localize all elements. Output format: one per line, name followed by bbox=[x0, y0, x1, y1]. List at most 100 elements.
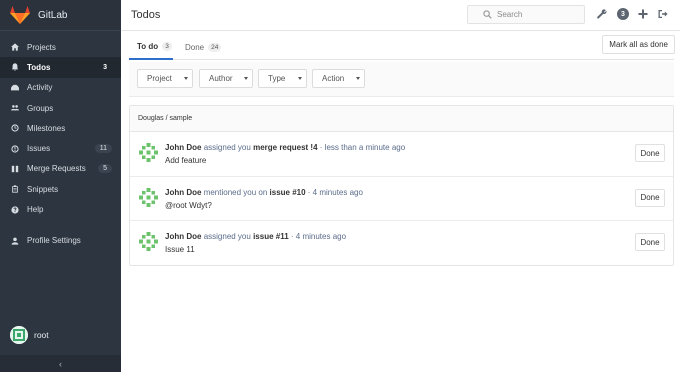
todo-timestamp: · 4 minutes ago bbox=[290, 232, 347, 242]
tab-label: To do bbox=[137, 41, 159, 51]
todo-target-link[interactable]: merge request !4 bbox=[253, 143, 317, 152]
todos-count-badge: 3 bbox=[103, 63, 107, 71]
sidebar-item-profile-settings[interactable]: Profile Settings bbox=[0, 231, 121, 251]
todo-body: Issue 11 bbox=[165, 245, 195, 255]
tab-count-badge: 3 bbox=[162, 41, 172, 51]
sidebar-item-snippets[interactable]: Snippets bbox=[0, 179, 121, 199]
sidebar-item-groups[interactable]: Groups bbox=[0, 98, 121, 118]
todo-action: assigned you bbox=[203, 232, 251, 242]
search-placeholder: Search bbox=[497, 10, 523, 19]
action-filter-dropdown[interactable]: Action bbox=[312, 69, 365, 88]
todos-count-badge-header[interactable]: 3 bbox=[617, 8, 629, 20]
todo-target-link[interactable]: issue #10 bbox=[270, 188, 306, 197]
clipboard-icon bbox=[10, 184, 20, 194]
collapse-sidebar-button[interactable]: ‹ bbox=[0, 355, 121, 372]
todo-author-link[interactable]: John Doe bbox=[165, 188, 201, 197]
merge-icon bbox=[10, 164, 20, 174]
todo-tabs: To do 3 Done 24 bbox=[129, 34, 674, 60]
question-circle-icon bbox=[10, 205, 20, 215]
sidebar-item-label: Activity bbox=[27, 83, 53, 93]
caret-down-icon bbox=[244, 77, 248, 80]
sidebar-item-help[interactable]: Help bbox=[0, 199, 121, 219]
sidebar-spacer bbox=[0, 220, 121, 231]
dashboard-icon bbox=[10, 83, 20, 93]
sidebar-nav: Projects Todos 3 Activity Groups Milesto… bbox=[0, 37, 121, 251]
sidebar-item-activity[interactable]: Activity bbox=[0, 78, 121, 98]
filter-label: Project bbox=[147, 74, 172, 83]
exclamation-circle-icon bbox=[10, 144, 20, 154]
todo-title: John Doe assigned you issue #11 · 4 minu… bbox=[165, 232, 346, 241]
tab-done[interactable]: Done 24 bbox=[185, 34, 222, 60]
todo-title: John Doe assigned you merge request !4 ·… bbox=[165, 143, 405, 152]
author-avatar bbox=[138, 186, 159, 208]
filter-label: Action bbox=[322, 74, 345, 83]
filter-bar: Project Author Type Action bbox=[129, 62, 674, 97]
todo-item[interactable]: John Doe mentioned you on issue #10 · 4 … bbox=[130, 177, 673, 222]
caret-down-icon bbox=[184, 77, 188, 80]
sidebar-item-issues[interactable]: Issues 11 bbox=[0, 138, 121, 158]
search-input[interactable]: Search bbox=[467, 5, 585, 24]
todo-done-button[interactable]: Done bbox=[635, 144, 665, 162]
bell-icon bbox=[10, 62, 20, 72]
brand-name: GitLab bbox=[38, 9, 68, 21]
current-user[interactable]: root bbox=[10, 326, 49, 344]
sidebar-item-label: Issues bbox=[27, 144, 51, 154]
project-group-header: Douglas / sample bbox=[130, 106, 673, 132]
sidebar-item-label: Profile Settings bbox=[27, 236, 81, 246]
wrench-icon[interactable] bbox=[596, 8, 608, 20]
todo-body: Add feature bbox=[165, 156, 207, 165]
todo-done-button[interactable]: Done bbox=[635, 233, 665, 252]
todo-item[interactable]: John Doe assigned you issue #11 · 4 minu… bbox=[130, 221, 673, 266]
gitlab-logo-icon bbox=[10, 6, 30, 24]
page-title: Todos bbox=[131, 9, 161, 21]
todos-panel: Douglas / sample John Doe assigned you m… bbox=[129, 105, 674, 266]
tab-to-do[interactable]: To do 3 bbox=[129, 34, 173, 60]
sidebar-item-label: Snippets bbox=[27, 184, 59, 194]
sidebar-item-todos[interactable]: Todos 3 bbox=[0, 57, 121, 78]
tab-label: Done bbox=[185, 42, 205, 52]
todo-done-button[interactable]: Done bbox=[635, 188, 665, 207]
tab-count-badge: 24 bbox=[208, 42, 222, 52]
todo-target-link[interactable]: issue #11 bbox=[253, 232, 289, 241]
author-avatar bbox=[138, 142, 159, 163]
sidebar: GitLab Projects Todos 3 Activity Groups … bbox=[0, 0, 121, 372]
user-icon bbox=[10, 236, 20, 246]
user-name: root bbox=[34, 330, 49, 340]
sign-out-icon[interactable] bbox=[657, 8, 669, 20]
todo-body: @root Wdyt? bbox=[165, 200, 212, 210]
sidebar-item-milestones[interactable]: Milestones bbox=[0, 118, 121, 138]
issues-count-badge: 11 bbox=[94, 144, 112, 154]
search-icon bbox=[483, 10, 492, 19]
filter-label: Type bbox=[268, 74, 286, 83]
sidebar-item-merge-requests[interactable]: Merge Requests 5 bbox=[0, 159, 121, 179]
top-header: Todos Search 3 bbox=[121, 0, 680, 31]
sidebar-item-label: Merge Requests bbox=[27, 164, 86, 174]
sidebar-item-label: Todos bbox=[27, 62, 51, 72]
sidebar-item-label: Groups bbox=[27, 103, 54, 113]
group-icon bbox=[10, 103, 20, 113]
caret-down-icon bbox=[356, 77, 360, 80]
author-filter-dropdown[interactable]: Author bbox=[199, 69, 253, 88]
sidebar-item-label: Help bbox=[27, 205, 44, 215]
sidebar-item-projects[interactable]: Projects bbox=[0, 37, 121, 57]
todo-author-link[interactable]: John Doe bbox=[165, 232, 201, 241]
brand[interactable]: GitLab bbox=[0, 0, 121, 31]
type-filter-dropdown[interactable]: Type bbox=[258, 69, 307, 88]
todo-author-link[interactable]: John Doe bbox=[165, 143, 201, 152]
todo-action: mentioned you on bbox=[203, 187, 268, 197]
clock-icon bbox=[10, 123, 20, 133]
mark-all-as-done-button[interactable]: Mark all as done bbox=[602, 35, 675, 54]
project-filter-dropdown[interactable]: Project bbox=[137, 69, 193, 88]
home-icon bbox=[10, 42, 20, 52]
sidebar-item-label: Milestones bbox=[27, 123, 66, 133]
todo-title: John Doe mentioned you on issue #10 · 4 … bbox=[165, 188, 363, 197]
todo-action: assigned you bbox=[203, 143, 251, 152]
avatar bbox=[10, 326, 28, 344]
sidebar-item-label: Projects bbox=[27, 42, 56, 52]
todo-item[interactable]: John Doe assigned you merge request !4 ·… bbox=[130, 132, 673, 177]
merge-requests-count-badge: 5 bbox=[98, 164, 112, 174]
plus-icon[interactable] bbox=[637, 8, 649, 20]
author-avatar bbox=[138, 231, 159, 253]
caret-down-icon bbox=[298, 77, 302, 80]
todo-timestamp: · 4 minutes ago bbox=[307, 187, 363, 197]
